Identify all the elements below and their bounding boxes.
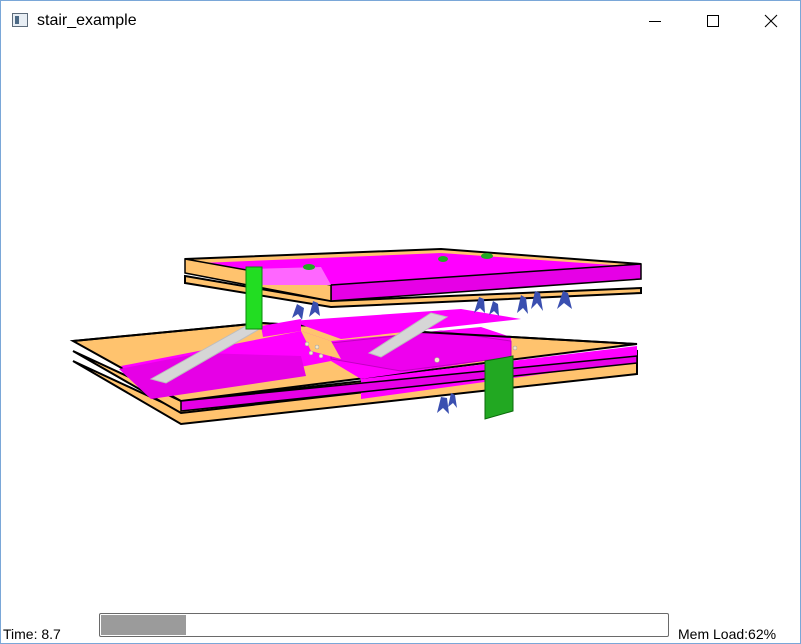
minimize-icon <box>649 21 661 22</box>
stair-scene[interactable] <box>1 41 800 611</box>
close-icon <box>764 14 778 28</box>
minimize-button[interactable] <box>627 1 685 41</box>
3d-viewport[interactable] <box>1 41 800 611</box>
green-door-lower <box>484 355 514 420</box>
simulation-progress-bar <box>99 613 669 637</box>
time-readout: Time: 8.7 <box>3 626 61 642</box>
status-bar: Time: 8.7 Mem Load:62% <box>1 611 800 643</box>
memory-load-readout: Mem Load:62% <box>678 626 777 642</box>
close-button[interactable] <box>743 1 801 41</box>
progress-fill <box>101 615 186 635</box>
title-bar[interactable]: stair_example <box>1 1 800 41</box>
lower-floor <box>69 321 638 426</box>
green-door-upper <box>245 266 263 330</box>
app-window-icon <box>12 13 28 27</box>
window-title: stair_example <box>37 12 137 29</box>
maximize-button[interactable] <box>685 1 743 41</box>
maximize-icon <box>707 15 719 27</box>
app-window: stair_example Time: 8.7 Mem Load:62% <box>0 0 801 644</box>
